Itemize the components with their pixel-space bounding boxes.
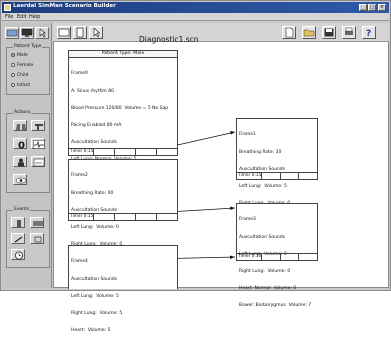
frame-footer: Timer 0:15 <box>237 253 317 260</box>
frame-line: Left Lung: Volume: 0 <box>71 224 119 230</box>
frame-line: Breathing Rate: 30 <box>239 149 282 155</box>
footer-cell[interactable] <box>281 173 300 179</box>
footer-cell[interactable] <box>115 149 137 155</box>
frame-line: Left Lung: Volume: 5 <box>239 183 287 189</box>
frame-line: Auscultation Sounds <box>71 276 117 282</box>
frame-line: Frame2 <box>71 173 88 179</box>
footer-cell[interactable] <box>94 149 116 155</box>
frame-timer[interactable]: Timer 0:15 <box>69 214 95 220</box>
frame-line: Frame3 <box>239 217 256 223</box>
footer-cell[interactable] <box>136 214 158 220</box>
frame-footer: Timer 0:15 <box>237 172 317 179</box>
frame-body: Frame4 Auscultation Sounds Left Lung: Vo… <box>71 248 175 345</box>
frame-line: Frame4 <box>71 259 88 265</box>
frame-line: Pacing Enabled 80 mA <box>71 122 122 128</box>
frame-line: Auscultation Sounds <box>71 139 117 145</box>
frame-line: Right Lung: Volume: 5 <box>71 310 123 316</box>
frame-links <box>150 131 236 260</box>
footer-cell[interactable] <box>262 254 281 260</box>
frame-timer[interactable]: Timer 0:15 <box>237 254 263 260</box>
footer-cell[interactable] <box>136 149 158 155</box>
footer-cell[interactable] <box>299 254 317 260</box>
frame-4[interactable]: Frame4 Auscultation Sounds Left Lung: Vo… <box>68 245 178 333</box>
frame-line: Blood Pressure 120/80 Volume = 5 No Sap <box>71 105 169 111</box>
frame-line: Frame0 <box>71 71 88 77</box>
footer-cell[interactable] <box>115 214 137 220</box>
frame-line: Heart: Volume: 5 <box>71 327 111 333</box>
app-window: Laerdal SimMan Scenario Builder _ □ × Fi… <box>0 0 391 333</box>
arrowhead-icon <box>230 255 235 259</box>
arrowhead-icon <box>230 206 235 210</box>
frame-line: A: Sinus rhythm 80 <box>71 88 114 94</box>
frame-2[interactable]: Frame2 Breathing Rate: 40 Auscultation S… <box>68 159 178 281</box>
frame-line: Frame1 <box>239 132 256 138</box>
frame-footer: Timer 0:15 <box>69 148 177 155</box>
frame-header: Patient Type: Male <box>69 51 177 58</box>
footer-cell[interactable] <box>94 214 116 220</box>
frame-1[interactable]: Frame1 Breathing Rate: 30 Auscultation S… <box>236 118 318 240</box>
footer-cell[interactable] <box>281 254 300 260</box>
frame-0[interactable]: Patient Type: Male Frame0 A: Sinus rhyth… <box>68 50 178 213</box>
frame-line: Breathing Rate: 40 <box>71 190 114 196</box>
footer-cell[interactable] <box>299 173 317 179</box>
frame-line: Right Lung: Volume: 0 <box>239 268 291 274</box>
frame-line: Bowel: Borborygmus Volume: 7 <box>239 302 312 308</box>
frame-timer[interactable]: Timer 0:15 <box>237 173 263 179</box>
frame-line: Left Lung: Volume: 5 <box>71 293 119 299</box>
footer-cell[interactable] <box>157 214 177 220</box>
frame-line: Auscultation Sounds <box>239 234 285 240</box>
frame-3[interactable]: Frame3 Auscultation Sounds Left Lung: Vo… <box>236 203 318 308</box>
footer-cell[interactable] <box>262 173 281 179</box>
footer-cell[interactable] <box>157 149 177 155</box>
frame-timer[interactable]: Timer 0:15 <box>69 149 95 155</box>
arrowhead-icon <box>230 131 235 135</box>
frame-footer: Timer 0:15 <box>69 213 177 220</box>
frame-body: Frame3 Auscultation Sounds Left Lung: Vo… <box>239 206 315 320</box>
